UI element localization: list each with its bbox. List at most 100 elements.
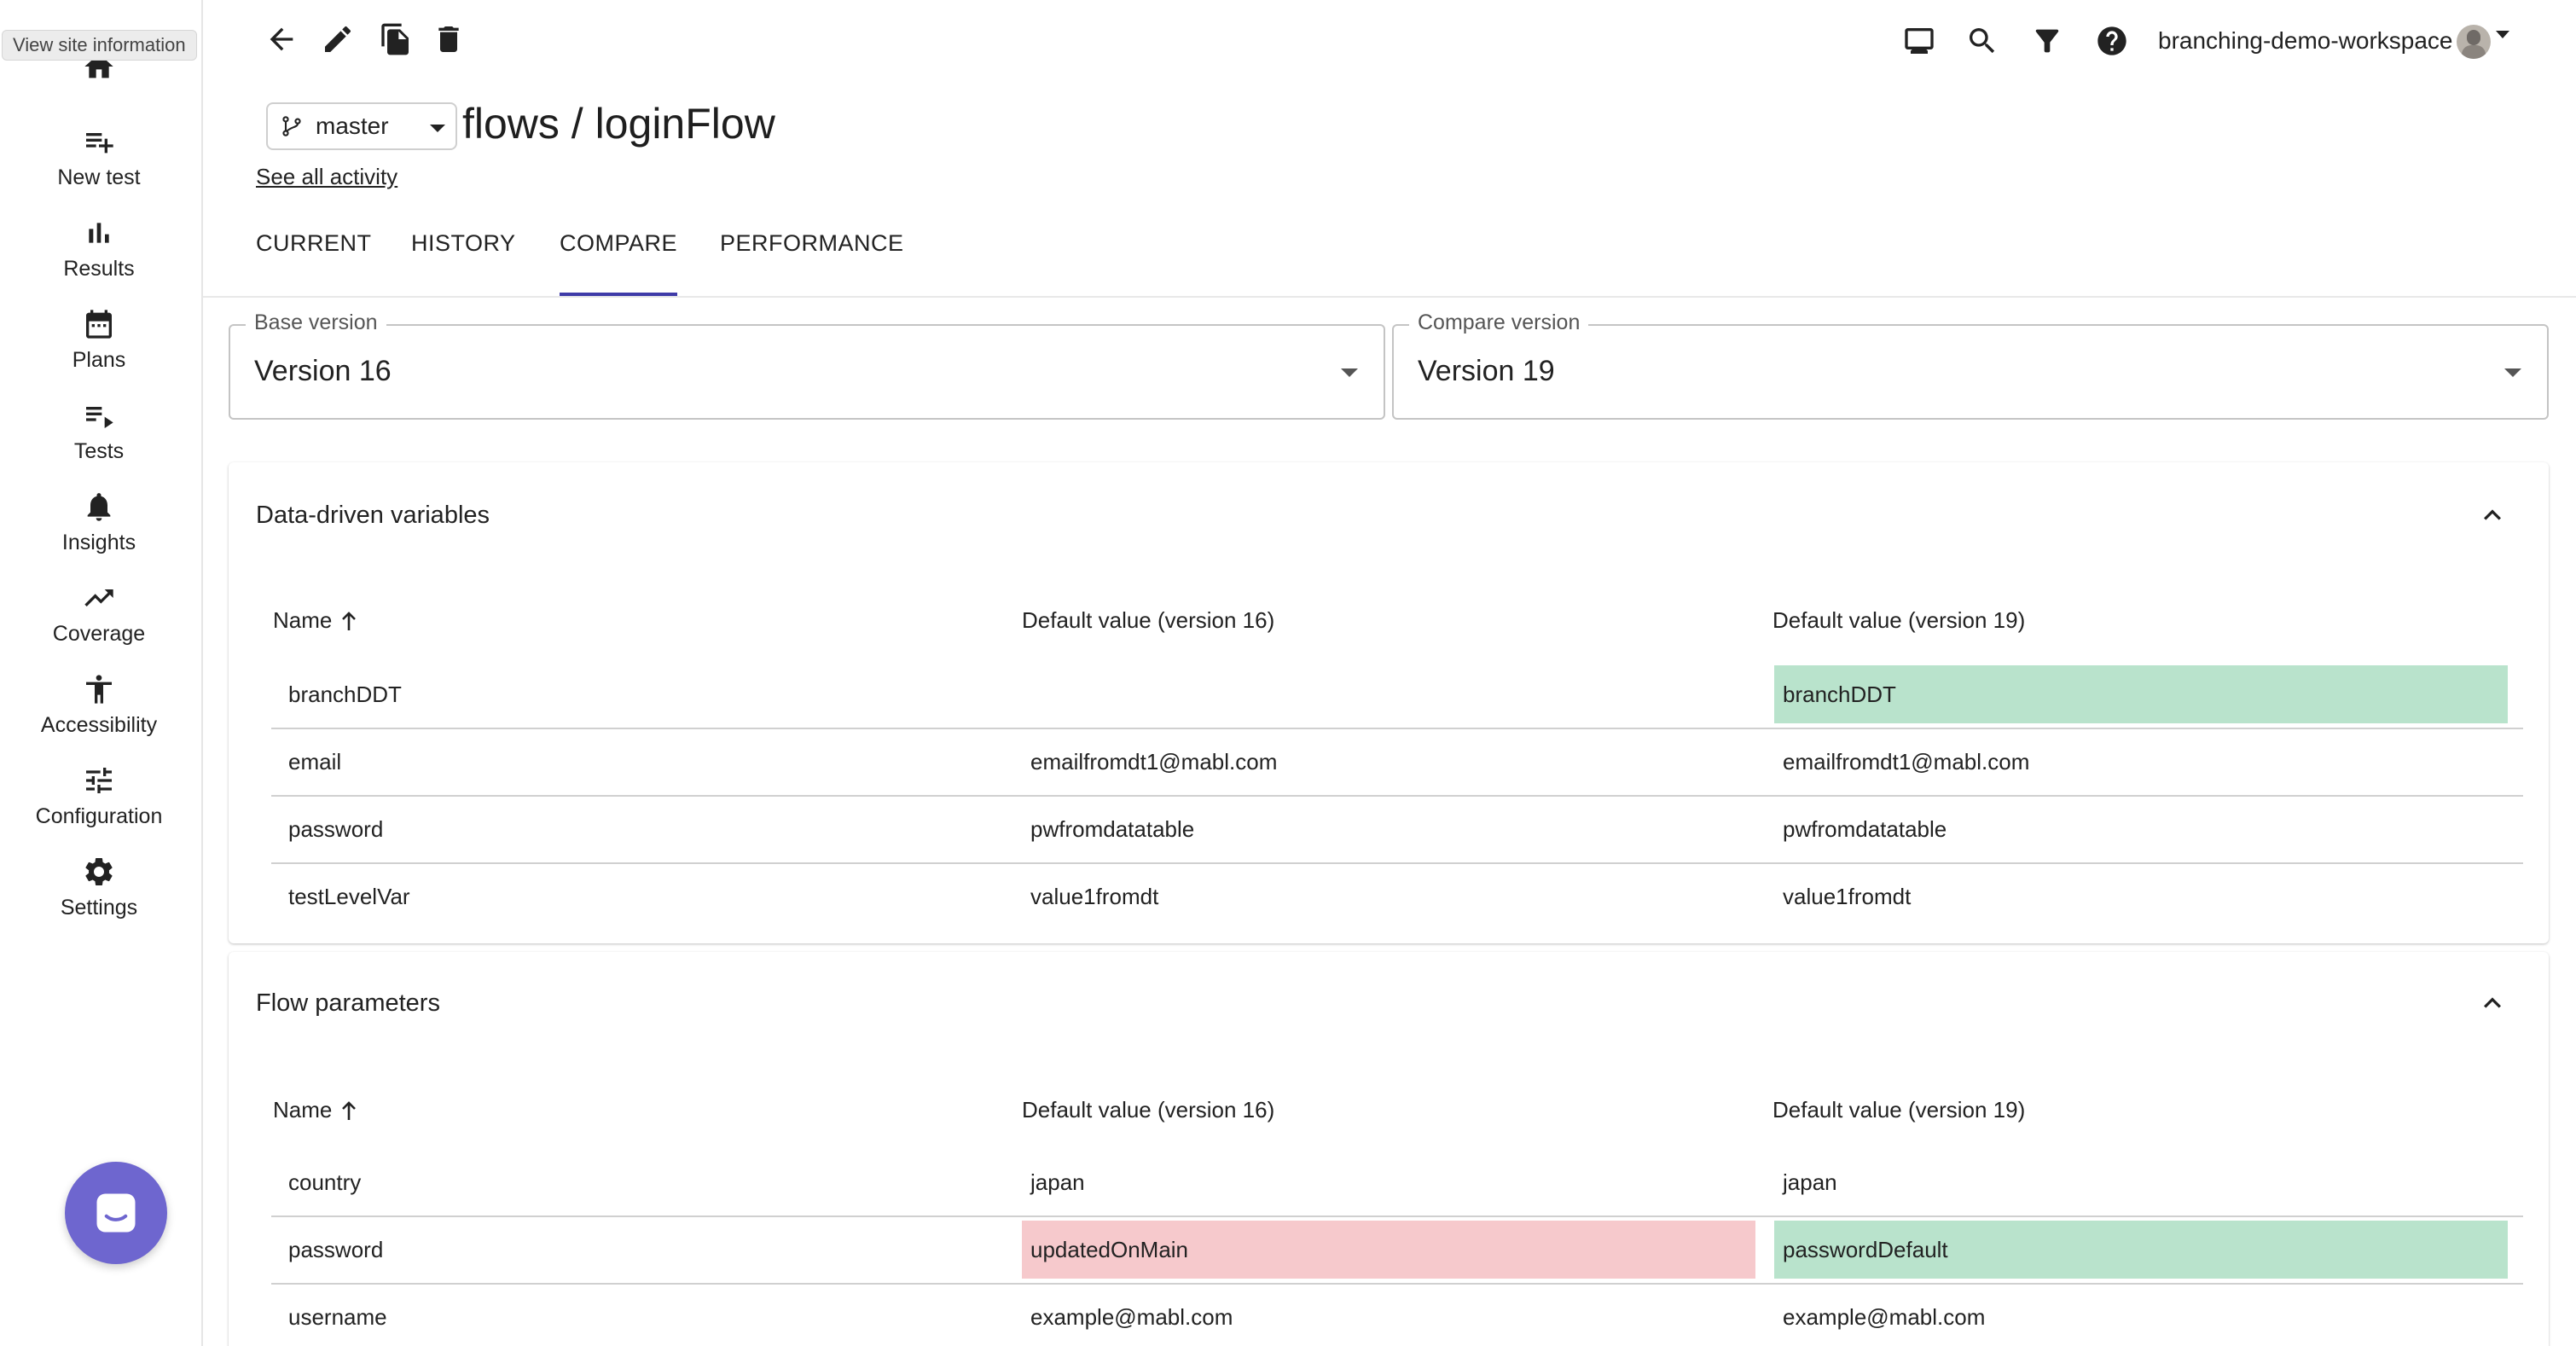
base-value: emailfromdt1@mabl.com: [1030, 749, 1278, 775]
chevron-down-icon[interactable]: [2496, 31, 2509, 38]
avatar[interactable]: [2457, 25, 2491, 59]
accessibility-icon: [86, 675, 112, 704]
sidebar-label: Tests: [73, 439, 125, 463]
search-icon[interactable]: [1965, 24, 1999, 58]
base-version-label: Base version: [246, 310, 386, 335]
variable-name: branchDDT: [288, 682, 402, 707]
parameter-name: password: [288, 1237, 384, 1262]
column-header-base: Default value (version 16): [1022, 607, 1275, 633]
sidebar-item-insights[interactable]: Insights: [0, 490, 198, 555]
filter-icon[interactable]: [2030, 24, 2064, 58]
base-value-removed: updatedOnMain: [1022, 1221, 1755, 1279]
column-header-label: Name: [273, 607, 333, 633]
chevron-down-icon: [1341, 368, 1358, 377]
panel-title: Data-driven variables: [256, 502, 490, 529]
table-row: testLevelVar value1fromdt value1fromdt: [271, 864, 2523, 931]
chevron-up-icon[interactable]: [2475, 498, 2509, 532]
table-row: password pwfromdatatable pwfromdatatable: [271, 797, 2523, 864]
compare-value-added: passwordDefault: [1774, 1221, 2508, 1279]
table-row: email emailfromdt1@mabl.com emailfromdt1…: [271, 729, 2523, 797]
sidebar-item-accessibility[interactable]: Accessibility: [0, 672, 198, 738]
sidebar-label: Plans: [72, 348, 126, 372]
bar-chart-icon: [89, 223, 109, 243]
data-driven-variables-panel: Data-driven variables Name Default value…: [229, 462, 2549, 943]
gear-icon: [85, 858, 113, 885]
sidebar-label: Settings: [60, 896, 138, 920]
chevron-down-icon: [2504, 368, 2521, 377]
variable-name: email: [288, 749, 342, 775]
variable-name: password: [288, 816, 384, 842]
sidebar-label: Accessibility: [40, 713, 158, 737]
table-row: country japan japan: [271, 1150, 2523, 1217]
sidebar-item-plans[interactable]: Plans: [0, 307, 198, 373]
sidebar-label: New test: [57, 165, 141, 189]
compare-value: value1fromdt: [1783, 884, 1912, 909]
tab-compare[interactable]: COMPARE: [560, 230, 678, 297]
parameter-name: username: [288, 1304, 387, 1330]
edit-icon[interactable]: [321, 22, 355, 56]
flow-parameters-panel: Flow parameters Name Default value (vers…: [229, 952, 2549, 1346]
base-value: japan: [1030, 1169, 1085, 1195]
trending-up-icon: [84, 589, 113, 606]
desktop-icon[interactable]: [1902, 24, 1936, 58]
site-info-tooltip: View site information: [2, 30, 197, 61]
playlist-play-icon: [86, 407, 113, 428]
sidebar-item-configuration[interactable]: Configuration: [0, 763, 198, 829]
back-arrow-icon[interactable]: [264, 22, 299, 56]
playlist-add-icon: [86, 133, 113, 154]
column-header-name[interactable]: Name: [273, 607, 357, 634]
chat-launcher-button[interactable]: [65, 1162, 167, 1264]
compare-value: emailfromdt1@mabl.com: [1783, 749, 2030, 775]
base-value: example@mabl.com: [1030, 1304, 1233, 1330]
branch-select[interactable]: master: [266, 102, 457, 150]
branch-icon: [282, 116, 301, 136]
workspace-menu[interactable]: branching-demo-workspace: [2158, 27, 2453, 55]
base-version-value: Version 16: [254, 355, 392, 387]
table-row: username example@mabl.com example@mabl.c…: [271, 1285, 2523, 1346]
compare-version-value: Version 19: [1418, 355, 1555, 387]
compare-value-added: branchDDT: [1774, 665, 2508, 723]
see-all-activity-link[interactable]: See all activity: [256, 164, 397, 190]
tab-performance[interactable]: PERFORMANCE: [720, 230, 904, 297]
base-version-select[interactable]: Base version Version 16: [229, 310, 1385, 420]
parameter-name: country: [288, 1169, 362, 1195]
column-header-base: Default value (version 16): [1022, 1097, 1275, 1123]
column-header-compare: Default value (version 19): [1772, 1097, 2026, 1123]
sort-arrow-up-icon: [342, 1101, 357, 1121]
compare-value: pwfromdatatable: [1783, 816, 1947, 842]
sidebar-item-results[interactable]: Results: [0, 216, 198, 281]
variable-name: testLevelVar: [288, 884, 410, 909]
sidebar-item-new-test[interactable]: New test: [0, 125, 198, 190]
compare-version-select[interactable]: Compare version Version 19: [1392, 310, 2549, 420]
panel-title: Flow parameters: [256, 989, 440, 1017]
help-icon[interactable]: [2095, 24, 2129, 58]
page-title: flows / loginFlow: [462, 100, 775, 148]
sidebar-label: Insights: [61, 531, 136, 554]
base-value: [1022, 662, 1755, 728]
table-row: password updatedOnMain passwordDefault: [271, 1217, 2523, 1285]
sidebar-label: Configuration: [35, 804, 163, 828]
chevron-up-icon[interactable]: [2475, 986, 2509, 1020]
compare-value: example@mabl.com: [1783, 1304, 1986, 1330]
duplicate-icon[interactable]: [379, 22, 413, 56]
compare-value: japan: [1783, 1169, 1837, 1195]
sidebar-item-coverage[interactable]: Coverage: [0, 581, 198, 647]
calendar-icon: [86, 310, 112, 339]
column-header-compare: Default value (version 19): [1772, 607, 2026, 633]
base-value: value1fromdt: [1030, 884, 1159, 909]
chevron-down-icon: [430, 125, 445, 132]
tab-current[interactable]: CURRENT: [256, 230, 372, 297]
sidebar-label: Coverage: [52, 622, 146, 646]
table-row: branchDDT branchDDT: [271, 662, 2523, 729]
sort-arrow-up-icon: [342, 612, 357, 631]
sidebar-item-tests[interactable]: Tests: [0, 398, 198, 464]
compare-version-label: Compare version: [1409, 310, 1589, 335]
sidebar-label: Results: [63, 257, 135, 281]
trash-icon[interactable]: [432, 22, 466, 56]
sidebar: View site information New test Results P…: [0, 0, 203, 1346]
tune-icon: [86, 768, 112, 793]
bell-icon: [87, 493, 111, 521]
column-header-name[interactable]: Name: [273, 1097, 357, 1123]
tab-history[interactable]: HISTORY: [411, 230, 516, 297]
sidebar-item-settings[interactable]: Settings: [0, 855, 198, 920]
